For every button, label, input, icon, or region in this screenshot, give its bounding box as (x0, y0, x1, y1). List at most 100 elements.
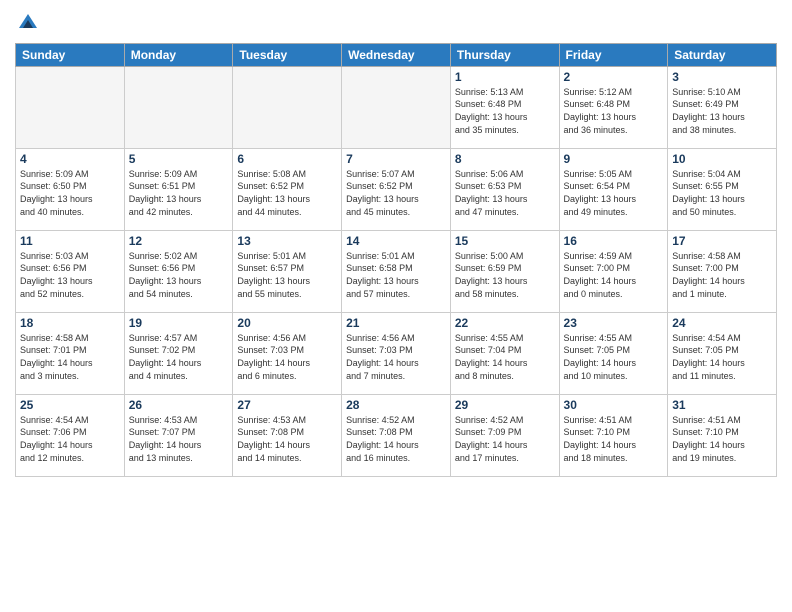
calendar-cell: 28Sunrise: 4:52 AMSunset: 7:08 PMDayligh… (342, 394, 451, 476)
calendar-cell: 5Sunrise: 5:09 AMSunset: 6:51 PMDaylight… (124, 148, 233, 230)
day-number: 3 (672, 70, 772, 84)
day-info: Sunrise: 5:13 AMSunset: 6:48 PMDaylight:… (455, 86, 555, 136)
day-header-row: SundayMondayTuesdayWednesdayThursdayFrid… (16, 43, 777, 66)
day-of-week-header: Saturday (668, 43, 777, 66)
calendar-cell: 15 Sunrise: 5:00 AMSunset: 6:59 PMDayligh… (450, 230, 559, 312)
calendar-cell: 19 Sunrise: 4:57 AMSunset: 7:02 PMDayligh… (124, 312, 233, 394)
day-number: 24 (672, 316, 772, 330)
calendar-cell: 29 Sunrise: 4:52 AMSunset: 7:09 PMDayligh… (450, 394, 559, 476)
calendar-cell: 11 Sunrise: 5:03 AMSunset: 6:56 PMDayligh… (16, 230, 125, 312)
calendar-cell: 12 Sunrise: 5:02 AMSunset: 6:56 PMDayligh… (124, 230, 233, 312)
calendar-cell: 13 Sunrise: 5:01 AMSunset: 6:57 PMDayligh… (233, 230, 342, 312)
day-info: Sunrise: 5:05 AMSunset: 6:54 PMDaylight:… (564, 168, 664, 218)
day-info: Sunrise: 5:07 AMSunset: 6:52 PMDaylight:… (346, 168, 446, 218)
day-of-week-header: Thursday (450, 43, 559, 66)
day-info: Sunrise: 4:52 AMSunset: 7:08 PMDaylight:… (346, 414, 446, 464)
day-number: 6 (237, 152, 337, 166)
day-info: Sunrise: 5:04 AMSunset: 6:55 PMDaylight:… (672, 168, 772, 218)
header (15, 10, 777, 37)
calendar-cell: 21 Sunrise: 4:56 AMSunset: 7:03 PMDayligh… (342, 312, 451, 394)
calendar-week-row: 11 Sunrise: 5:03 AMSunset: 6:56 PMDayligh… (16, 230, 777, 312)
calendar-cell: 22 Sunrise: 4:55 AMSunset: 7:04 PMDayligh… (450, 312, 559, 394)
calendar-cell: 10Sunrise: 5:04 AMSunset: 6:55 PMDayligh… (668, 148, 777, 230)
day-number: 12 (129, 234, 229, 248)
calendar-cell (342, 66, 451, 148)
day-info: Sunrise: 4:51 AMSunset: 7:10 PMDaylight:… (564, 414, 664, 464)
day-number: 9 (564, 152, 664, 166)
day-number: 17 (672, 234, 772, 248)
calendar-cell: 31 Sunrise: 4:51 AMSunset: 7:10 PMDayligh… (668, 394, 777, 476)
day-of-week-header: Wednesday (342, 43, 451, 66)
calendar-cell: 8Sunrise: 5:06 AMSunset: 6:53 PMDaylight… (450, 148, 559, 230)
day-number: 20 (237, 316, 337, 330)
day-info: Sunrise: 4:59 AMSunset: 7:00 PMDaylight:… (564, 250, 664, 300)
day-number: 16 (564, 234, 664, 248)
day-info: Sunrise: 4:54 AMSunset: 7:06 PMDaylight:… (20, 414, 120, 464)
day-number: 21 (346, 316, 446, 330)
day-of-week-header: Sunday (16, 43, 125, 66)
day-info: Sunrise: 5:00 AMSunset: 6:59 PMDaylight:… (455, 250, 555, 300)
day-of-week-header: Tuesday (233, 43, 342, 66)
day-of-week-header: Monday (124, 43, 233, 66)
day-info: Sunrise: 4:53 AMSunset: 7:08 PMDaylight:… (237, 414, 337, 464)
day-number: 2 (564, 70, 664, 84)
logo-icon (17, 10, 39, 32)
calendar-week-row: 4 Sunrise: 5:09 AMSunset: 6:50 PMDaylight… (16, 148, 777, 230)
day-number: 26 (129, 398, 229, 412)
day-of-week-header: Friday (559, 43, 668, 66)
day-info: Sunrise: 5:08 AMSunset: 6:52 PMDaylight:… (237, 168, 337, 218)
calendar-cell: 25 Sunrise: 4:54 AMSunset: 7:06 PMDayligh… (16, 394, 125, 476)
calendar-cell: 1 Sunrise: 5:13 AMSunset: 6:48 PMDaylight… (450, 66, 559, 148)
calendar-cell: 27 Sunrise: 4:53 AMSunset: 7:08 PMDayligh… (233, 394, 342, 476)
day-info: Sunrise: 4:53 AMSunset: 7:07 PMDaylight:… (129, 414, 229, 464)
logo (15, 10, 39, 37)
calendar-cell (233, 66, 342, 148)
day-number: 7 (346, 152, 446, 166)
day-number: 31 (672, 398, 772, 412)
day-info: Sunrise: 4:56 AMSunset: 7:03 PMDaylight:… (346, 332, 446, 382)
day-info: Sunrise: 5:10 AMSunset: 6:49 PMDaylight:… (672, 86, 772, 136)
day-info: Sunrise: 4:51 AMSunset: 7:10 PMDaylight:… (672, 414, 772, 464)
calendar-cell: 16 Sunrise: 4:59 AMSunset: 7:00 PMDayligh… (559, 230, 668, 312)
calendar: SundayMondayTuesdayWednesdayThursdayFrid… (15, 43, 777, 477)
day-number: 22 (455, 316, 555, 330)
page: SundayMondayTuesdayWednesdayThursdayFrid… (0, 0, 792, 612)
calendar-cell (16, 66, 125, 148)
day-info: Sunrise: 4:54 AMSunset: 7:05 PMDaylight:… (672, 332, 772, 382)
day-info: Sunrise: 5:03 AMSunset: 6:56 PMDaylight:… (20, 250, 120, 300)
day-number: 23 (564, 316, 664, 330)
day-info: Sunrise: 4:58 AMSunset: 7:01 PMDaylight:… (20, 332, 120, 382)
day-info: Sunrise: 5:12 AMSunset: 6:48 PMDaylight:… (564, 86, 664, 136)
calendar-week-row: 1 Sunrise: 5:13 AMSunset: 6:48 PMDaylight… (16, 66, 777, 148)
day-number: 13 (237, 234, 337, 248)
day-info: Sunrise: 5:02 AMSunset: 6:56 PMDaylight:… (129, 250, 229, 300)
calendar-cell: 23Sunrise: 4:55 AMSunset: 7:05 PMDayligh… (559, 312, 668, 394)
day-info: Sunrise: 5:09 AMSunset: 6:51 PMDaylight:… (129, 168, 229, 218)
day-info: Sunrise: 4:58 AMSunset: 7:00 PMDaylight:… (672, 250, 772, 300)
day-info: Sunrise: 4:52 AMSunset: 7:09 PMDaylight:… (455, 414, 555, 464)
day-number: 27 (237, 398, 337, 412)
day-number: 11 (20, 234, 120, 248)
day-info: Sunrise: 4:57 AMSunset: 7:02 PMDaylight:… (129, 332, 229, 382)
day-number: 29 (455, 398, 555, 412)
calendar-cell: 3 Sunrise: 5:10 AMSunset: 6:49 PMDaylight… (668, 66, 777, 148)
calendar-cell: 2 Sunrise: 5:12 AMSunset: 6:48 PMDaylight… (559, 66, 668, 148)
calendar-cell: 14Sunrise: 5:01 AMSunset: 6:58 PMDayligh… (342, 230, 451, 312)
day-info: Sunrise: 5:09 AMSunset: 6:50 PMDaylight:… (20, 168, 120, 218)
day-number: 18 (20, 316, 120, 330)
calendar-week-row: 18 Sunrise: 4:58 AMSunset: 7:01 PMDayligh… (16, 312, 777, 394)
day-number: 19 (129, 316, 229, 330)
day-number: 14 (346, 234, 446, 248)
day-number: 15 (455, 234, 555, 248)
day-info: Sunrise: 4:55 AMSunset: 7:04 PMDaylight:… (455, 332, 555, 382)
day-number: 4 (20, 152, 120, 166)
day-number: 1 (455, 70, 555, 84)
calendar-cell: 18 Sunrise: 4:58 AMSunset: 7:01 PMDayligh… (16, 312, 125, 394)
calendar-cell: 24 Sunrise: 4:54 AMSunset: 7:05 PMDayligh… (668, 312, 777, 394)
day-info: Sunrise: 5:01 AMSunset: 6:57 PMDaylight:… (237, 250, 337, 300)
calendar-cell: 7 Sunrise: 5:07 AMSunset: 6:52 PMDaylight… (342, 148, 451, 230)
day-number: 25 (20, 398, 120, 412)
calendar-cell: 9 Sunrise: 5:05 AMSunset: 6:54 PMDaylight… (559, 148, 668, 230)
calendar-cell: 4 Sunrise: 5:09 AMSunset: 6:50 PMDaylight… (16, 148, 125, 230)
day-number: 8 (455, 152, 555, 166)
